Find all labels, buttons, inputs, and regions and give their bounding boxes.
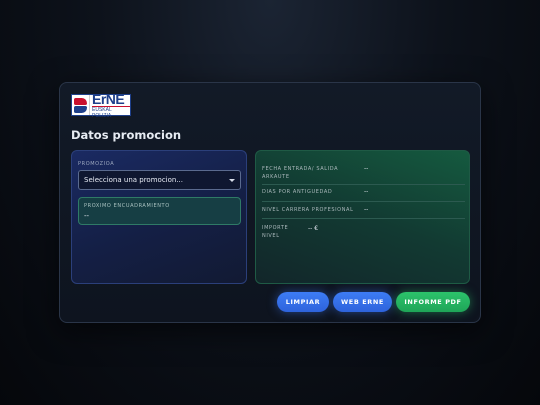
divider <box>262 201 465 202</box>
main-card: ErNE EUSKAL POLIZIA Datos promocion PROM… <box>59 82 481 323</box>
career-level-value: -- <box>364 206 369 213</box>
seniority-value: -- <box>364 188 369 195</box>
entry-date-label: FECHA ENTRADA/ SALIDA ARKAUTE <box>262 166 339 180</box>
chevron-down-icon <box>229 179 235 182</box>
next-classification-box: PROXIMO ENCUADRAMIENTO -- <box>78 197 241 225</box>
next-classification-value: -- <box>84 212 90 220</box>
seniority-row: DIAS POR ANTIGUEDAD -- <box>262 188 467 198</box>
career-level-row: NIVEL CARRERA PROFESIONAL -- <box>262 206 467 216</box>
entry-date-value: -- <box>364 165 369 172</box>
level-amount-row: IMPORTE NIVEL -- € <box>262 224 467 242</box>
erne-emblem-icon <box>72 95 90 115</box>
level-amount-label: IMPORTE NIVEL <box>262 225 289 239</box>
promotion-select[interactable]: Selecciona una promocion... <box>78 170 241 190</box>
promotion-label: PROMOZIOA <box>78 161 115 167</box>
career-level-label: NIVEL CARRERA PROFESIONAL <box>262 207 354 213</box>
level-amount-value: -- € <box>308 225 319 232</box>
entry-date-row: FECHA ENTRADA/ SALIDA ARKAUTE -- <box>262 165 467 181</box>
divider <box>262 184 465 185</box>
erne-logo: ErNE EUSKAL POLIZIA <box>71 90 131 119</box>
seniority-label: DIAS POR ANTIGUEDAD <box>262 189 333 195</box>
web-erne-button[interactable]: WEB ERNE <box>333 292 392 312</box>
clear-button[interactable]: LIMPIAR <box>277 292 329 312</box>
divider <box>262 218 465 219</box>
results-panel: FECHA ENTRADA/ SALIDA ARKAUTE -- DIAS PO… <box>255 150 470 284</box>
logo-subtext: EUSKAL POLIZIA <box>92 105 130 119</box>
next-classification-label: PROXIMO ENCUADRAMIENTO <box>84 203 170 209</box>
promotion-panel: PROMOZIOA Selecciona una promocion... PR… <box>71 150 247 284</box>
promotion-select-value: Selecciona una promocion... <box>84 176 184 184</box>
logo-text: ErNE <box>92 90 125 107</box>
page-title: Datos promocion <box>71 128 182 142</box>
pdf-report-button[interactable]: INFORME PDF <box>396 292 470 312</box>
